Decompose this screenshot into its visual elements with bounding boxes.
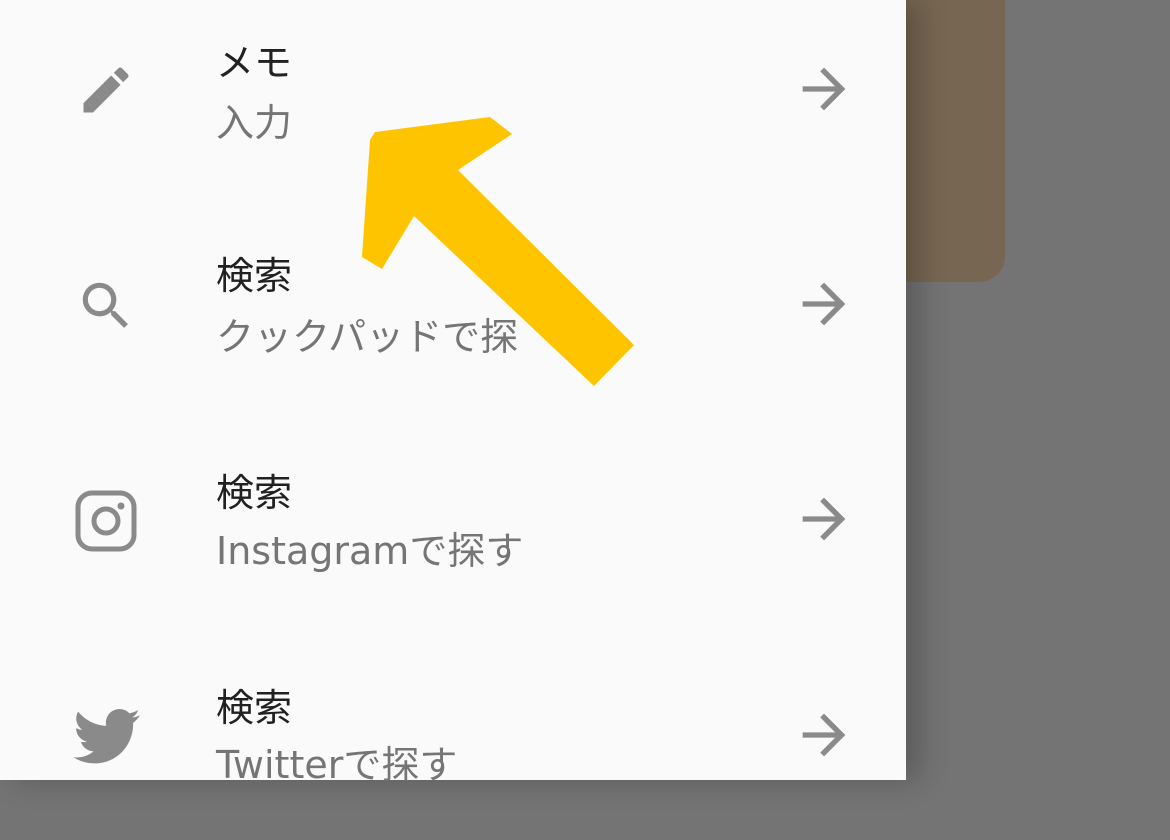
menu-item-subtitle: Twitterで探す [216, 743, 458, 787]
menu-item-title: 検索 [216, 254, 293, 298]
menu-item-instagram-search[interactable]: 検索 Instagramで探す [0, 410, 906, 625]
pencil-icon [66, 50, 146, 130]
arrow-right-icon [792, 487, 856, 551]
menu-item-subtitle: Instagramで探す [216, 529, 524, 573]
navigation-drawer: メモ 入力 検索 クックパッドで探 検索 Instagramで探す 検索 Twi… [0, 0, 906, 787]
menu-item-memo[interactable]: メモ 入力 [0, 0, 906, 195]
menu-item-title: 検索 [216, 471, 293, 515]
search-icon [66, 266, 146, 346]
arrow-right-icon [792, 703, 856, 767]
menu-item-subtitle: クックパッドで探 [216, 315, 519, 359]
arrow-right-icon [792, 57, 856, 121]
twitter-icon [66, 696, 146, 776]
menu-item-twitter-search[interactable]: 検索 Twitterで探す [0, 625, 906, 840]
arrow-right-icon [792, 272, 856, 336]
menu-item-subtitle: 入力 [216, 101, 293, 145]
menu-item-cookpad-search[interactable]: 検索 クックパッドで探 [0, 195, 906, 410]
menu-item-title: メモ [216, 41, 293, 85]
instagram-icon [66, 481, 146, 561]
menu-item-title: 検索 [216, 686, 293, 730]
